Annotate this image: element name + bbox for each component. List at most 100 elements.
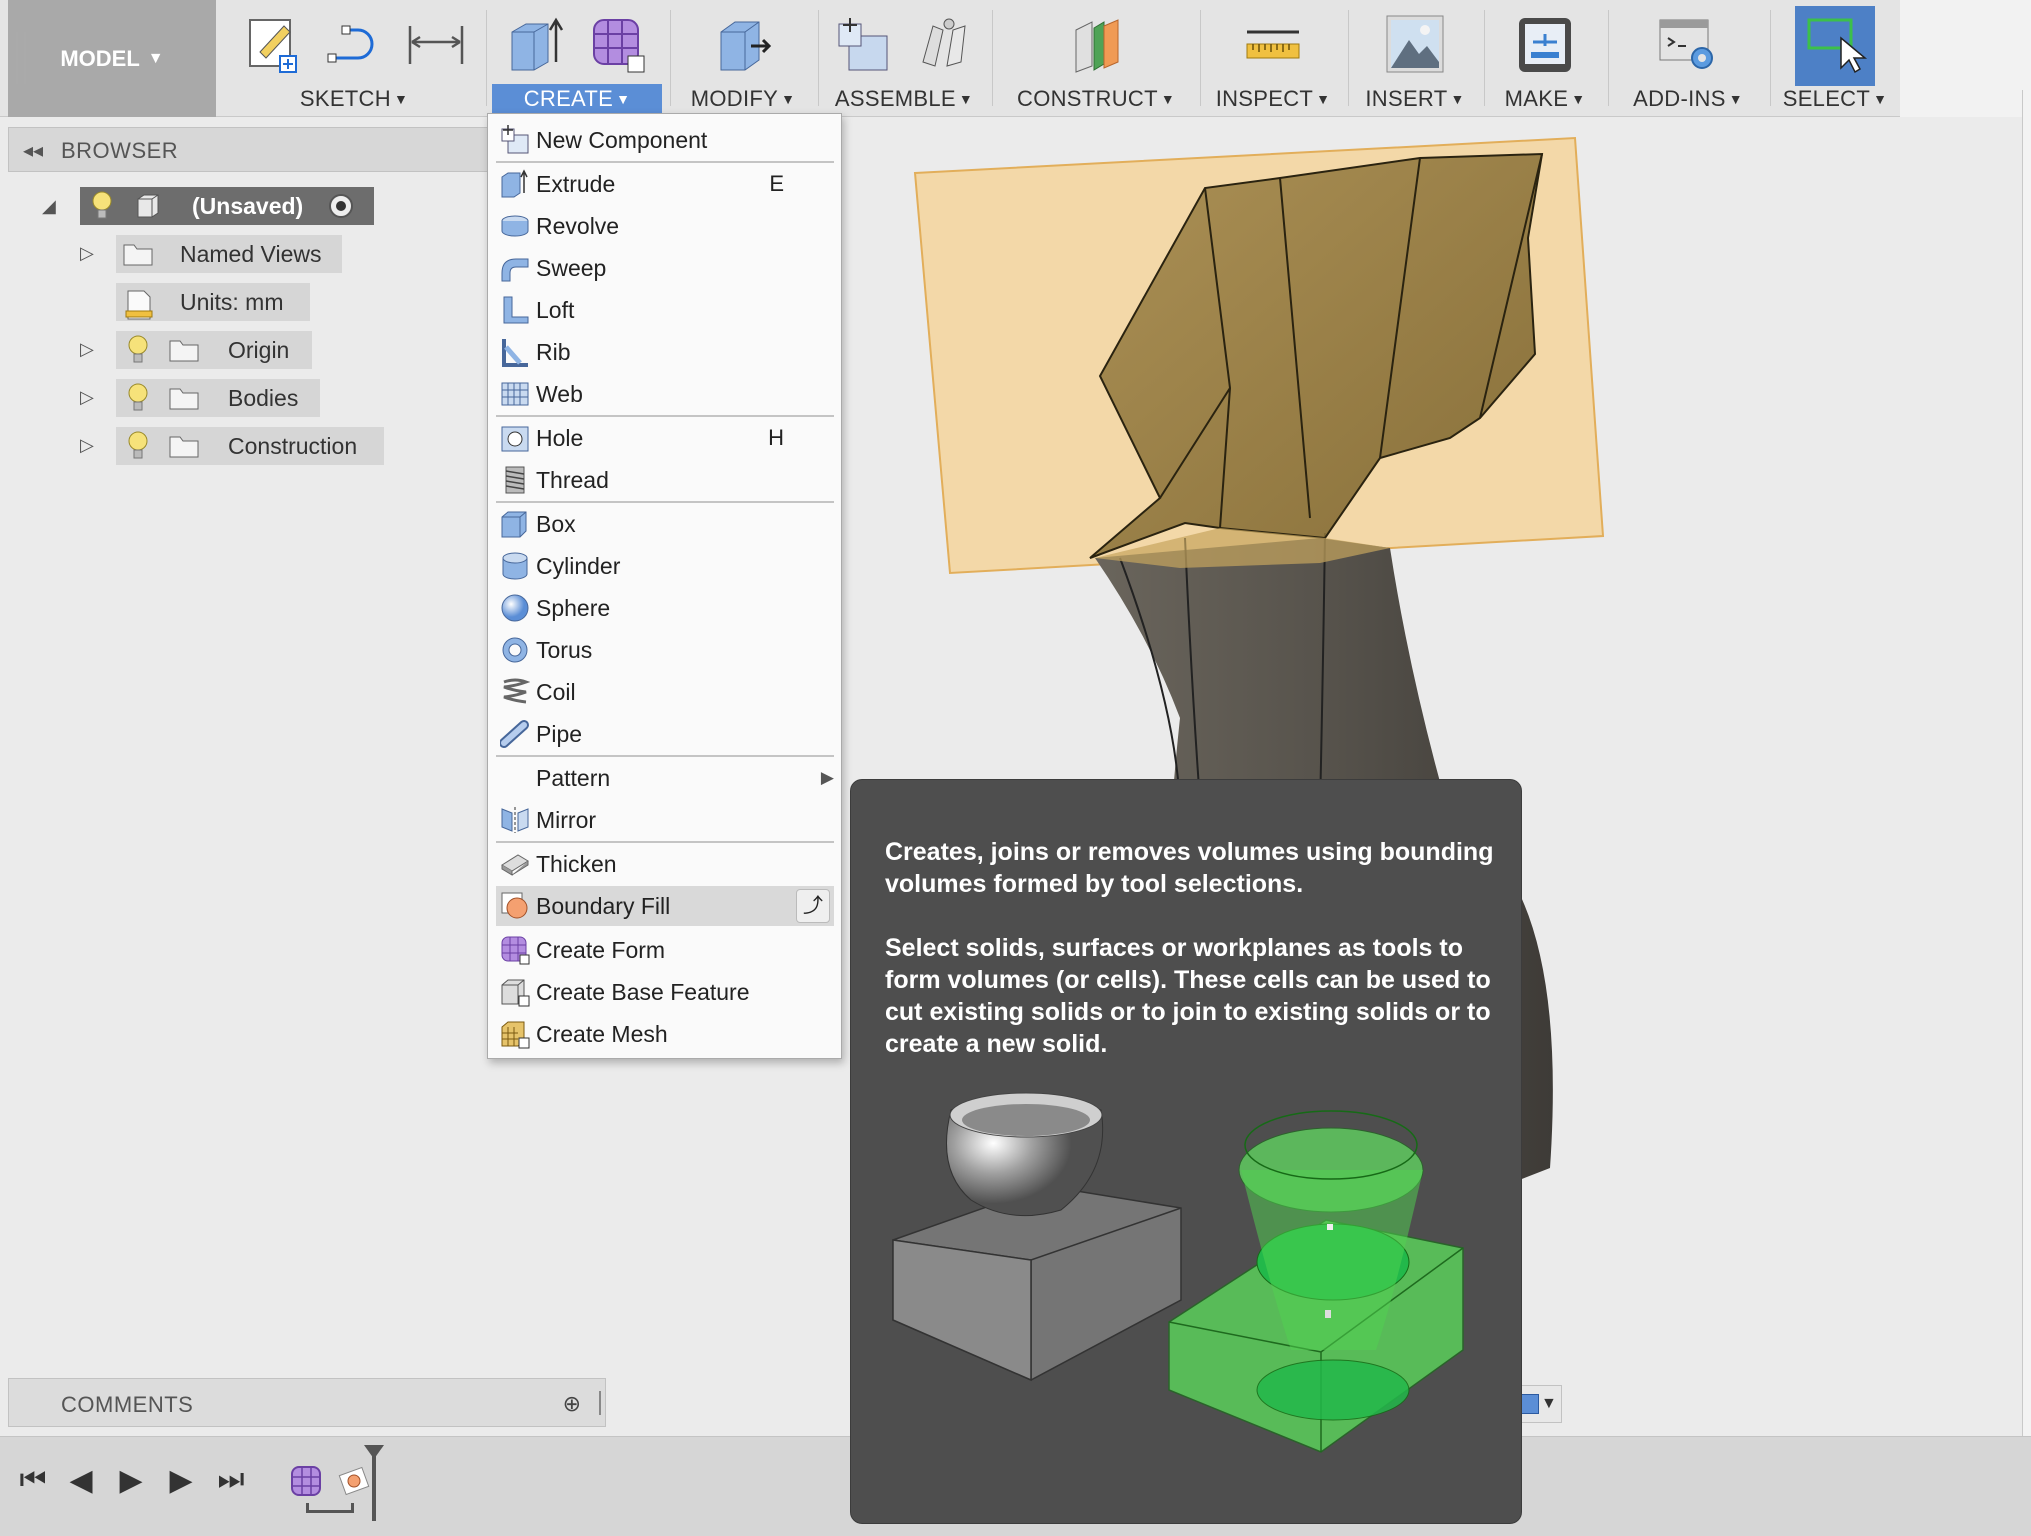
menu-item-loft[interactable]: Loft bbox=[496, 290, 834, 330]
menu-item-mirror[interactable]: Mirror bbox=[496, 800, 834, 840]
menu-item-box[interactable]: Box bbox=[496, 504, 834, 544]
menu-item-thicken[interactable]: Thicken bbox=[496, 844, 834, 884]
create-menu-label[interactable]: CREATE ▼ bbox=[492, 84, 662, 114]
3d-print-icon[interactable] bbox=[1513, 12, 1577, 76]
add-ins-menu-label[interactable]: ADD-INS ▼ bbox=[1608, 86, 1768, 112]
measure-icon[interactable] bbox=[1241, 12, 1305, 76]
modify-group[interactable]: MODIFY ▼ bbox=[670, 0, 816, 117]
timeline-marker-handle[interactable] bbox=[364, 1445, 384, 1459]
modify-menu-label[interactable]: MODIFY ▼ bbox=[670, 86, 816, 112]
root-component[interactable]: (Unsaved) bbox=[80, 187, 374, 225]
inspect-menu-label[interactable]: INSPECT ▼ bbox=[1200, 86, 1346, 112]
offset-plane-icon[interactable] bbox=[1064, 12, 1128, 76]
menu-item-revolve[interactable]: Revolve bbox=[496, 206, 834, 246]
select-icon[interactable] bbox=[1795, 6, 1875, 86]
workspace-switcher[interactable]: MODEL ▼ bbox=[8, 0, 216, 117]
select-group[interactable]: SELECT ▼ bbox=[1770, 0, 1900, 117]
lightbulb-icon[interactable] bbox=[126, 430, 150, 462]
timeline-form-feature-icon[interactable] bbox=[290, 1465, 322, 1497]
browser-item-origin[interactable]: Origin bbox=[116, 331, 312, 369]
browser-item-construction[interactable]: Construction bbox=[116, 427, 384, 465]
lightbulb-icon[interactable] bbox=[90, 190, 114, 222]
timeline-end-icon[interactable]: ⏭ bbox=[214, 1463, 248, 1503]
browser-title: BROWSER bbox=[61, 138, 179, 163]
lightbulb-icon[interactable] bbox=[126, 382, 150, 414]
inspect-group[interactable]: INSPECT ▼ bbox=[1200, 0, 1346, 117]
comments-panel[interactable]: COMMENTS ⊕ bbox=[8, 1378, 606, 1427]
add-ins-group[interactable]: ADD-INS ▼ bbox=[1608, 0, 1768, 117]
menu-item-sweep[interactable]: Sweep bbox=[496, 248, 834, 288]
create-sketch-icon[interactable] bbox=[240, 12, 304, 76]
menu-item-pattern[interactable]: Pattern ▶ bbox=[496, 758, 834, 798]
press-pull-icon[interactable] bbox=[711, 12, 775, 76]
comments-title: COMMENTS bbox=[61, 1392, 194, 1417]
toolbar-grip[interactable] bbox=[16, 32, 26, 84]
joint-icon[interactable] bbox=[913, 12, 977, 76]
lightbulb-icon[interactable] bbox=[126, 334, 150, 366]
sketch-group[interactable]: SKETCH ▼ bbox=[224, 0, 484, 117]
menu-item-sphere[interactable]: Sphere bbox=[496, 588, 834, 628]
collapse-icon[interactable]: ◂◂ bbox=[23, 138, 43, 163]
timeline-prev-icon[interactable]: ◀ bbox=[64, 1463, 98, 1503]
make-menu-label[interactable]: MAKE ▼ bbox=[1484, 86, 1606, 112]
menu-item-rib[interactable]: Rib bbox=[496, 332, 834, 372]
menu-item-hole[interactable]: Hole H bbox=[496, 418, 834, 458]
tooltip-illustration bbox=[892, 1092, 1464, 1453]
folder-icon bbox=[122, 241, 154, 267]
assemble-group[interactable]: ASSEMBLE ▼ bbox=[818, 0, 990, 117]
make-group[interactable]: MAKE ▼ bbox=[1484, 0, 1606, 117]
sketch-line-icon[interactable] bbox=[322, 12, 386, 76]
menu-item-create-form[interactable]: Create Form bbox=[496, 930, 834, 970]
menu-item-thread[interactable]: Thread bbox=[496, 460, 834, 500]
menu-item-create-mesh[interactable]: Create Mesh bbox=[496, 1014, 834, 1054]
menu-item-coil[interactable]: Coil bbox=[496, 672, 834, 712]
sketch-dimension-icon[interactable] bbox=[404, 12, 468, 76]
create-group[interactable]: CREATE ▼ bbox=[486, 0, 668, 117]
create-form-icon[interactable] bbox=[586, 12, 650, 76]
assemble-menu-label[interactable]: ASSEMBLE ▼ bbox=[818, 86, 990, 112]
expand-arrow-icon[interactable]: ◢ bbox=[42, 196, 56, 217]
menu-item-torus[interactable]: Torus bbox=[496, 630, 834, 670]
shortcut-key: H bbox=[768, 425, 784, 450]
new-component-icon[interactable] bbox=[831, 12, 895, 76]
activate-radio-icon[interactable] bbox=[329, 194, 354, 218]
insert-image-icon[interactable] bbox=[1383, 12, 1447, 76]
extrude-icon[interactable] bbox=[504, 12, 568, 76]
menu-item-boundary-fill[interactable]: Boundary Fill ⤴ bbox=[496, 886, 834, 926]
expand-arrow-icon[interactable]: ▷ bbox=[80, 387, 94, 408]
browser-item-named-views[interactable]: Named Views bbox=[116, 235, 342, 273]
browser-item-bodies[interactable]: Bodies bbox=[116, 379, 320, 417]
insert-group[interactable]: INSERT ▼ bbox=[1348, 0, 1482, 117]
chevron-down-icon: ▼ bbox=[147, 49, 164, 67]
menu-item-extrude[interactable]: Extrude E bbox=[496, 164, 834, 204]
add-comment-icon[interactable]: ⊕ bbox=[563, 1391, 581, 1417]
menu-item-cylinder[interactable]: Cylinder bbox=[496, 546, 834, 586]
menu-item-create-base-feature[interactable]: Create Base Feature bbox=[496, 972, 834, 1012]
browser-header[interactable]: ◂◂ BROWSER bbox=[8, 127, 488, 172]
expand-arrow-icon[interactable]: ▷ bbox=[80, 435, 94, 456]
menu-item-web[interactable]: Web bbox=[496, 374, 834, 414]
tooltip-description: Creates, joins or removes volumes using … bbox=[885, 838, 1494, 898]
scripts-icon[interactable] bbox=[1656, 12, 1720, 76]
timeline-boundary-fill-icon[interactable] bbox=[338, 1465, 370, 1497]
insert-menu-label[interactable]: INSERT ▼ bbox=[1348, 86, 1482, 112]
select-menu-label[interactable]: SELECT ▼ bbox=[1770, 86, 1900, 112]
form-icon bbox=[500, 935, 530, 965]
construct-group[interactable]: CONSTRUCT ▼ bbox=[992, 0, 1200, 117]
menu-item-pipe[interactable]: Pipe bbox=[496, 714, 834, 754]
construct-menu-label[interactable]: CONSTRUCT ▼ bbox=[992, 86, 1200, 112]
pin-to-toolbar-icon[interactable]: ⤴ bbox=[796, 889, 830, 923]
timeline-play-icon[interactable]: ▶ bbox=[114, 1463, 148, 1503]
chevron-down-icon[interactable]: ▼ bbox=[1541, 1395, 1557, 1413]
browser-item-units[interactable]: Units: mm bbox=[116, 283, 310, 321]
timeline-marker[interactable] bbox=[372, 1451, 376, 1521]
viewport-right-edge bbox=[2022, 90, 2031, 1536]
menu-item-new-component[interactable]: New Component bbox=[496, 120, 834, 160]
panel-divider[interactable] bbox=[599, 1391, 601, 1415]
tooltip-instructions: Select solids, surfaces or workplanes as… bbox=[885, 934, 1491, 1058]
sketch-menu-label[interactable]: SKETCH ▼ bbox=[224, 86, 484, 112]
expand-arrow-icon[interactable]: ▷ bbox=[80, 339, 94, 360]
expand-arrow-icon[interactable]: ▷ bbox=[80, 243, 94, 264]
timeline-start-icon[interactable]: ⏮ bbox=[16, 1463, 50, 1503]
timeline-next-icon[interactable]: ▶ bbox=[164, 1463, 198, 1503]
